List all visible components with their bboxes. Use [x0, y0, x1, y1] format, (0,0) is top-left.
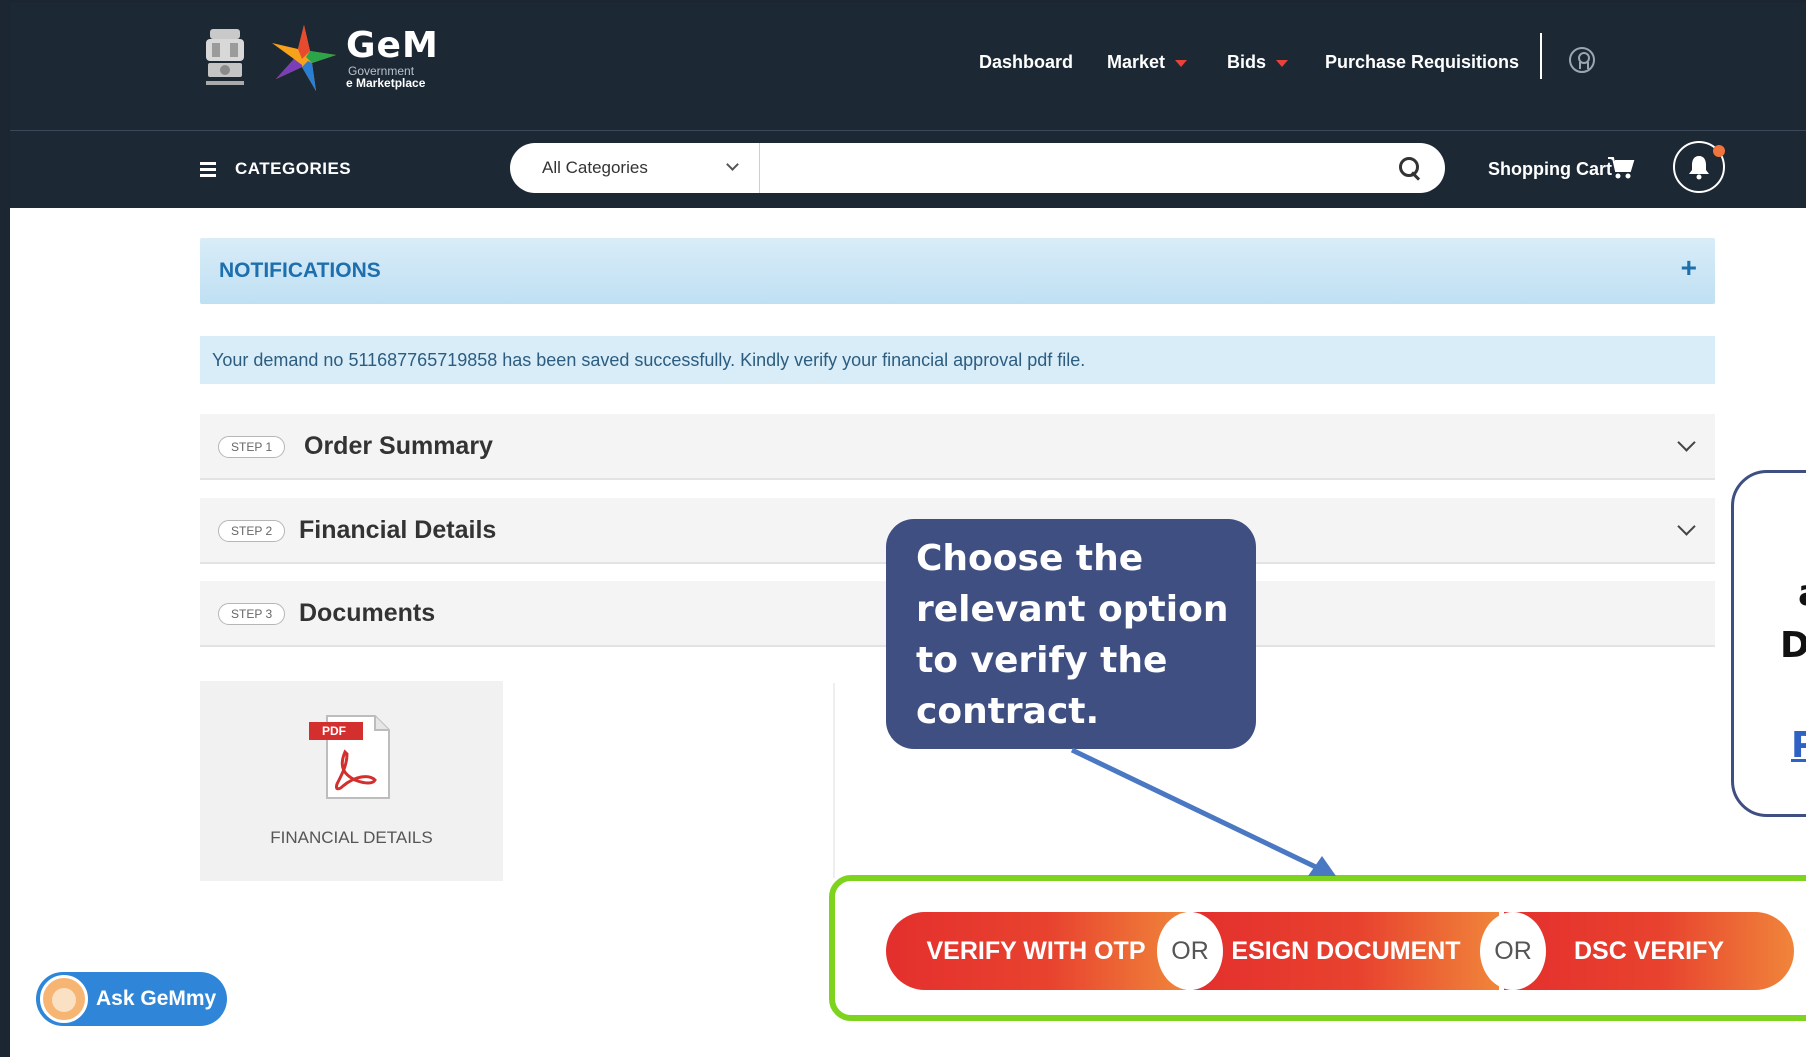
nav-purchase-requisitions[interactable]: Purchase Requisitions	[1325, 47, 1519, 77]
nav-divider	[1540, 33, 1542, 79]
side-callout: a D P	[1731, 470, 1806, 817]
notifications-title: NOTIFICATIONS	[219, 259, 381, 282]
category-select-value: All Categories	[542, 158, 648, 177]
category-select[interactable]: All Categories	[510, 143, 760, 193]
verify-options-strip: VERIFY WITH OTP ESIGN DOCUMENT DSC VERIF…	[886, 912, 1794, 990]
esign-document-button[interactable]: ESIGN DOCUMENT	[1193, 912, 1499, 990]
step-badge: STEP 2	[218, 520, 286, 542]
shopping-cart-link[interactable]: Shopping Cart	[1488, 155, 1612, 183]
step-title: Documents	[299, 599, 436, 627]
expand-plus-icon[interactable]: +	[1681, 254, 1697, 282]
nav-dashboard[interactable]: Dashboard	[979, 47, 1073, 77]
search-input[interactable]	[762, 148, 1362, 188]
pdf-badge-label: PDF	[322, 724, 346, 738]
logo-subtitle-marketplace: e Marketplace	[346, 76, 426, 90]
top-header: GeM Government e Marketplace Dashboard M…	[10, 3, 1806, 130]
step-badge: STEP 1	[218, 436, 286, 458]
callout-arrow-icon	[1070, 747, 1336, 876]
gemmy-avatar-icon	[40, 975, 88, 1023]
instruction-callout: Choose the relevant option to verify the…	[886, 519, 1256, 749]
callout-text: Choose the relevant option to verify the…	[916, 538, 1229, 732]
chevron-down-icon[interactable]	[1677, 433, 1696, 452]
nav-market[interactable]: Market	[1107, 47, 1188, 77]
dsc-verify-button[interactable]: DSC VERIFY	[1504, 912, 1794, 990]
or-separator: OR	[1480, 912, 1546, 990]
search-bar: All Categories	[510, 143, 1445, 193]
content-divider	[833, 683, 835, 878]
nav-market-label: Market	[1107, 52, 1166, 72]
nav-bids-label: Bids	[1227, 52, 1267, 72]
step-title: Order Summary	[304, 432, 493, 460]
ask-gemmy-label: Ask GeMmy	[96, 987, 217, 1010]
hamburger-menu-icon[interactable]	[200, 162, 216, 177]
verify-with-otp-button[interactable]: VERIFY WITH OTP	[886, 912, 1186, 990]
notification-dot	[1713, 145, 1725, 157]
document-label: FINANCIAL DETAILS	[270, 828, 433, 847]
search-icon[interactable]	[1397, 155, 1423, 181]
side-callout-line-2: D	[1780, 625, 1806, 666]
shopping-cart-icon[interactable]	[1607, 156, 1635, 180]
or-separator: OR	[1157, 912, 1223, 990]
user-account-icon[interactable]	[1569, 47, 1595, 73]
top-nav: Dashboard Market Bids Purchase Requisiti…	[10, 47, 1806, 77]
step-title: Financial Details	[299, 516, 497, 544]
success-alert: Your demand no 511687765719858 has been …	[200, 336, 1715, 384]
caret-down-icon	[1175, 59, 1188, 67]
pdf-file-icon	[309, 715, 390, 799]
chevron-down-icon	[726, 158, 739, 171]
chevron-down-icon[interactable]	[1677, 517, 1696, 536]
side-callout-link[interactable]: P	[1791, 725, 1806, 766]
step-badge: STEP 3	[218, 603, 286, 625]
side-callout-line-1: a	[1798, 573, 1806, 614]
categories-menu-button[interactable]: CATEGORIES	[235, 155, 351, 183]
step-order-summary[interactable]: STEP 1 Order Summary	[200, 414, 1715, 480]
sub-header: CATEGORIES All Categories Shopping Cart	[10, 131, 1806, 208]
financial-details-document[interactable]: PDF FINANCIAL DETAILS	[200, 681, 503, 881]
caret-down-icon	[1276, 59, 1289, 67]
ask-gemmy-button[interactable]: Ask GeMmy	[36, 972, 227, 1026]
nav-bids[interactable]: Bids	[1227, 47, 1289, 77]
alert-message: Your demand no 511687765719858 has been …	[212, 350, 1086, 370]
bell-icon	[1689, 156, 1709, 180]
notifications-bell-button[interactable]	[1673, 141, 1725, 193]
notifications-panel[interactable]: NOTIFICATIONS +	[200, 238, 1715, 304]
